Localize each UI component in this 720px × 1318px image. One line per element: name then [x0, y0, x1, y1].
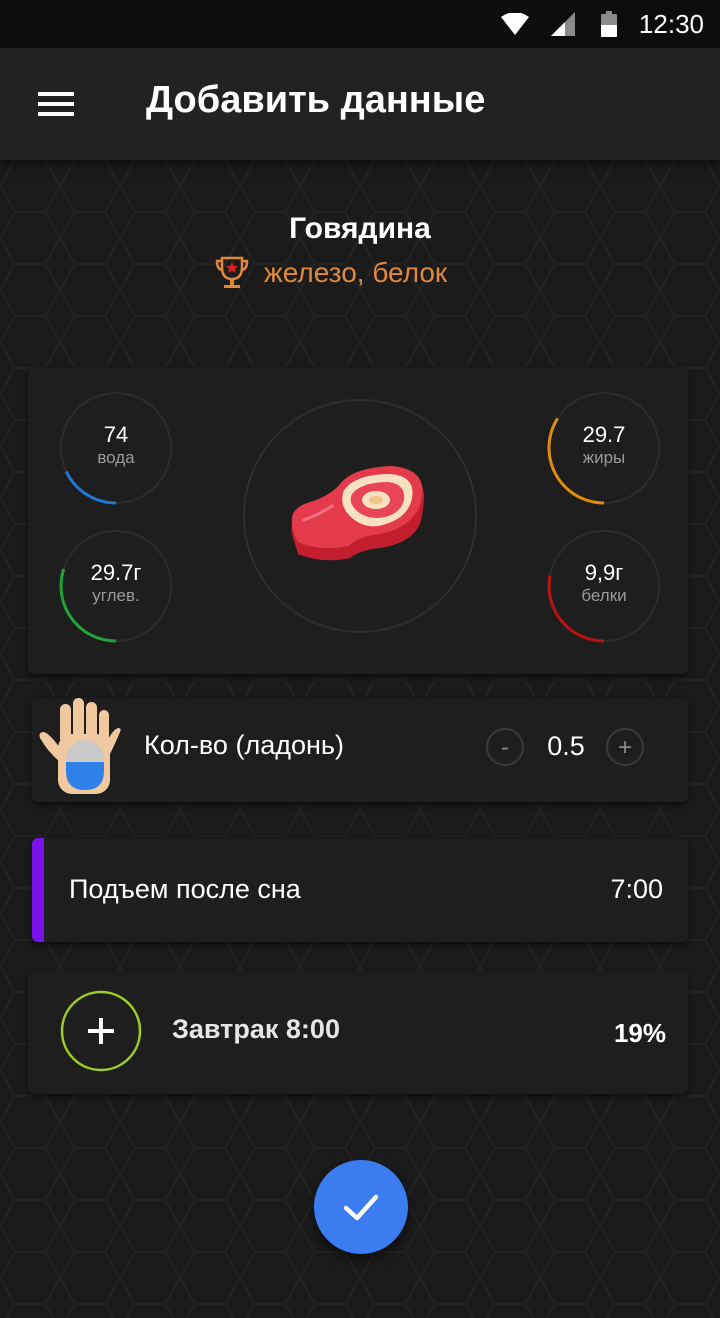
- meal-card[interactable]: Завтрак 8:00 19%: [28, 972, 688, 1094]
- carbs-label: углев.: [92, 586, 140, 605]
- plus-icon: [60, 990, 142, 1072]
- nutrient-card: 74 вода 29.7г углев. 29.7 жиры 9,9г белк…: [28, 368, 688, 674]
- carbs-ring: 29.7г углев.: [56, 526, 176, 646]
- water-value: 74: [103, 422, 129, 447]
- quantity-decrease-button[interactable]: -: [486, 728, 524, 766]
- protein-value: 9,9г: [584, 560, 624, 585]
- food-image-circle: [240, 396, 480, 636]
- quantity-increase-button[interactable]: +: [606, 728, 644, 766]
- steak-icon: [243, 399, 477, 633]
- event-card[interactable]: Подъем после сна 7:00: [32, 838, 688, 942]
- app-bar: Добавить данные: [0, 48, 720, 160]
- check-icon: [343, 1194, 379, 1221]
- palm-hand-icon: [39, 698, 121, 794]
- status-bar: 12:30: [0, 0, 720, 48]
- event-label: Подъем после сна: [69, 874, 301, 904]
- add-meal-button[interactable]: [60, 990, 142, 1072]
- quantity-value: 0.5: [547, 731, 585, 761]
- wifi-icon: [500, 13, 529, 35]
- hamburger-menu-icon[interactable]: [26, 78, 86, 130]
- status-time: 12:30: [638, 8, 704, 39]
- meal-percent: 19%: [613, 1018, 666, 1048]
- carbs-value: 29.7г: [90, 560, 142, 585]
- event-time: 7:00: [610, 874, 663, 904]
- fat-ring: 29.7 жиры: [544, 388, 664, 508]
- confirm-fab-button[interactable]: [314, 1160, 408, 1254]
- water-label: вода: [97, 448, 135, 467]
- quantity-card: Кол-во (ладонь) - 0.5 +: [32, 698, 688, 802]
- signal-icon: [550, 12, 575, 36]
- event-accent-bar: [32, 838, 44, 942]
- protein-ring: 9,9г белки: [544, 526, 664, 646]
- food-name: Говядина: [289, 212, 431, 245]
- quantity-label: Кол-во (ладонь): [144, 730, 344, 760]
- fat-value: 29.7: [582, 422, 626, 447]
- water-ring: 74 вода: [56, 388, 176, 508]
- food-tags-text: железо, белок: [264, 257, 448, 288]
- protein-label: белки: [581, 586, 627, 605]
- status-icons: 12:30: [500, 0, 720, 48]
- food-tags: железо, белок: [214, 248, 447, 298]
- battery-icon: [600, 11, 617, 37]
- meal-label: Завтрак 8:00: [172, 1014, 340, 1044]
- trophy-icon: [215, 256, 249, 288]
- fat-label: жиры: [582, 448, 626, 467]
- page-title: Добавить данные: [146, 79, 486, 121]
